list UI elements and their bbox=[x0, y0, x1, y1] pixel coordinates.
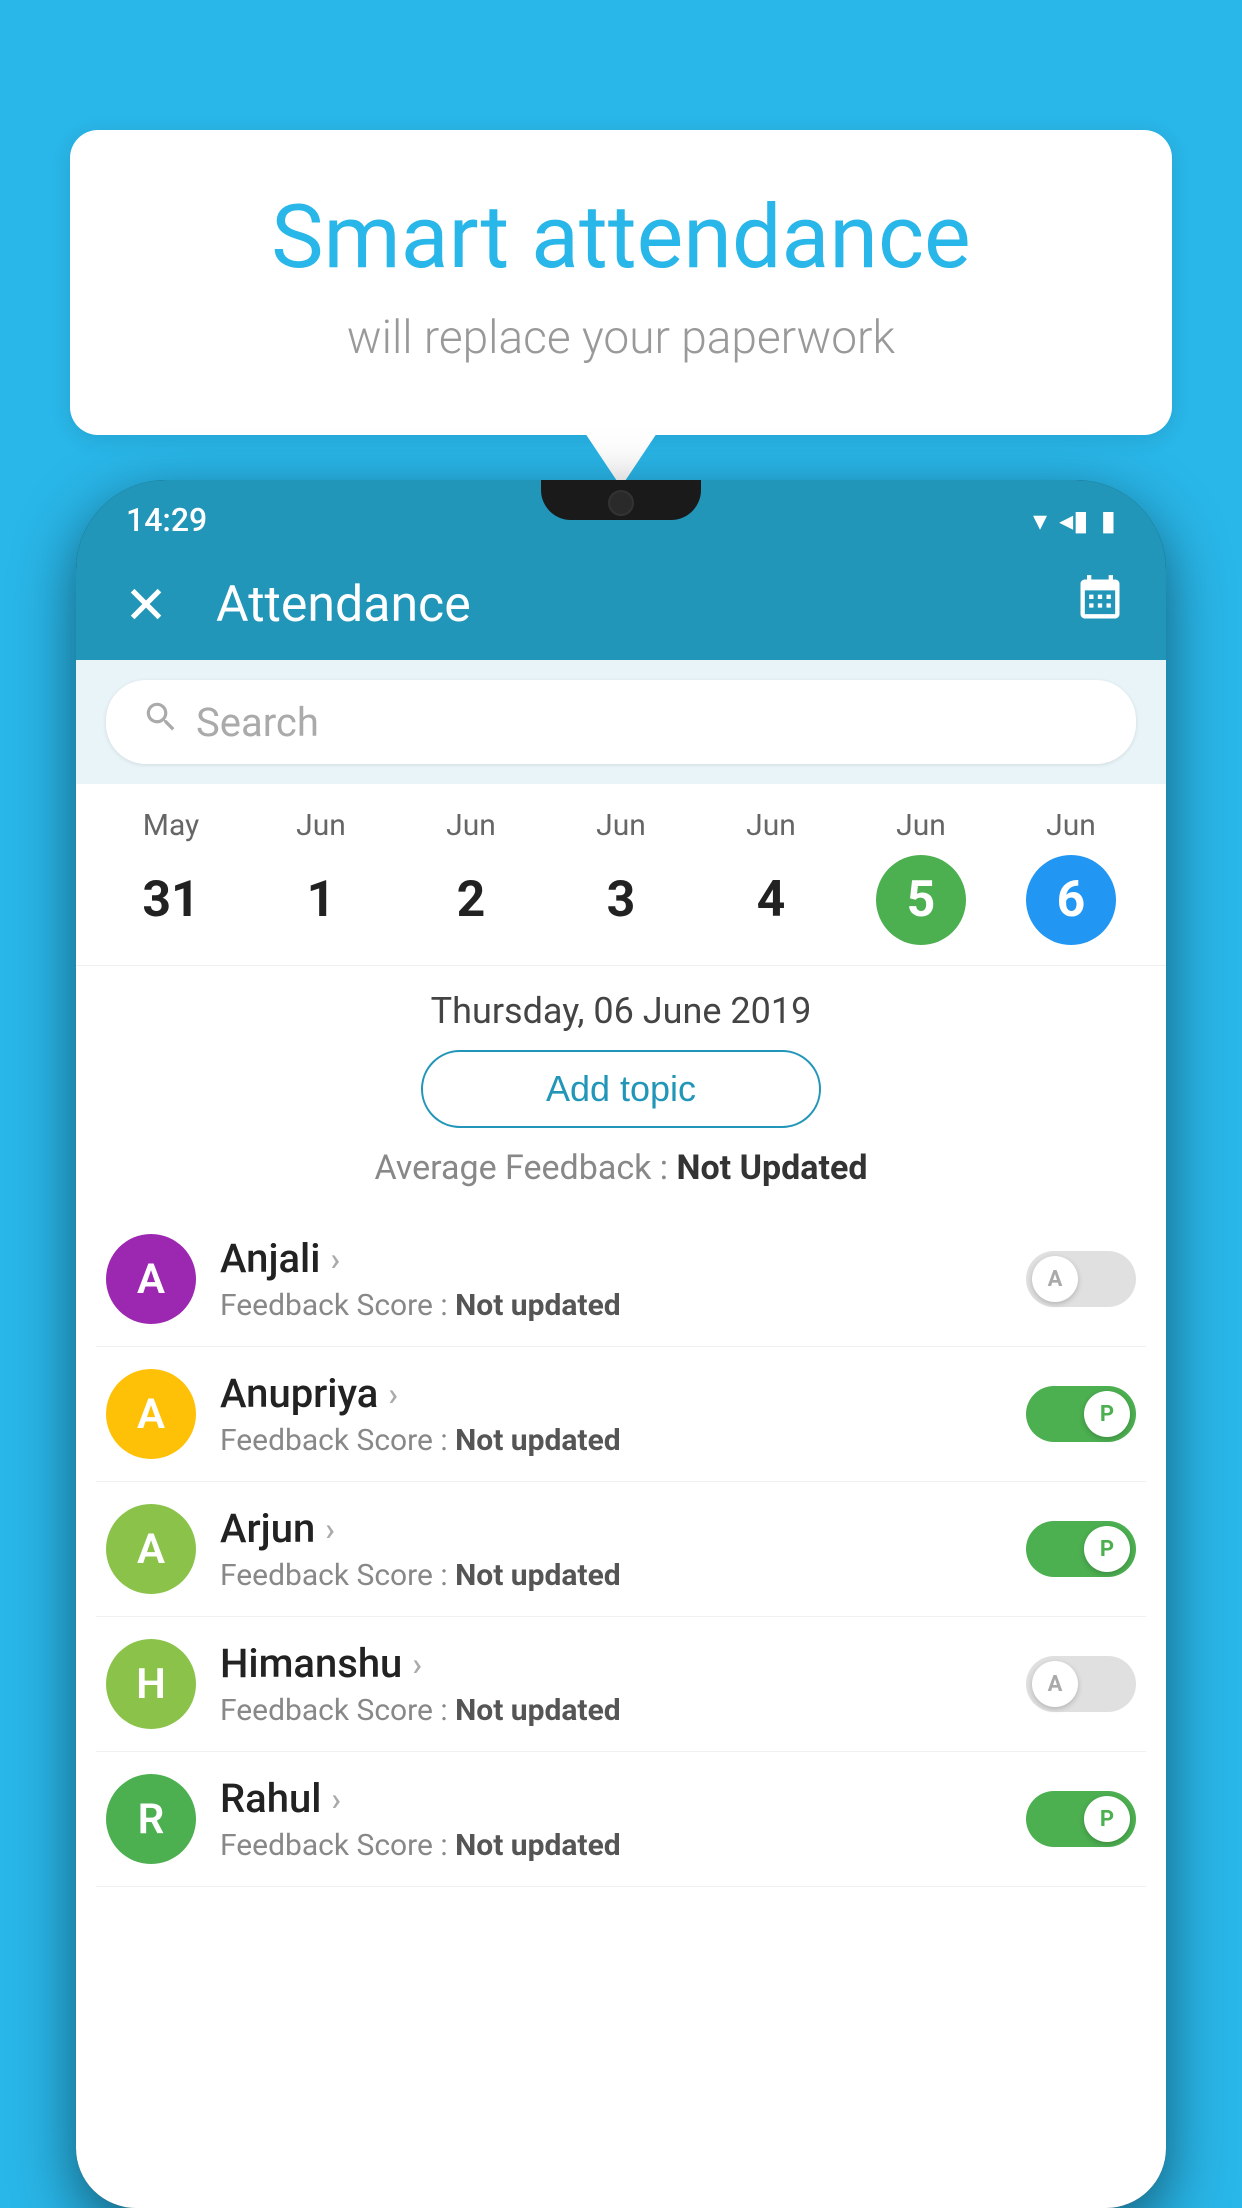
chevron-icon: › bbox=[325, 1510, 335, 1548]
student-name: Himanshu › bbox=[220, 1640, 1002, 1687]
student-avatar: A bbox=[106, 1504, 196, 1594]
toggle-knob: P bbox=[1084, 1391, 1130, 1437]
phone-screen: Search May 31 Jun 1 Jun 2 Jun 3 Jun 4 Jun 5 Jun 6 Thu… bbox=[76, 660, 1166, 2208]
phone-frame: 14:29 ▾ ◂▮ ▮ ✕ Attendance Search bbox=[76, 480, 1166, 2208]
app-bar: ✕ Attendance bbox=[76, 550, 1166, 660]
calendar-icon[interactable] bbox=[1074, 573, 1126, 637]
calendar-date-number: 4 bbox=[726, 855, 816, 945]
calendar-month-label: May bbox=[143, 808, 199, 843]
search-bar-container: Search bbox=[76, 660, 1166, 784]
calendar-day[interactable]: Jun 4 bbox=[726, 808, 816, 945]
chevron-icon: › bbox=[388, 1375, 398, 1413]
calendar-date-number: 2 bbox=[426, 855, 516, 945]
student-score: Feedback Score : Not updated bbox=[220, 1288, 1002, 1323]
attendance-toggle[interactable]: P bbox=[1026, 1521, 1136, 1577]
toggle-container[interactable]: P bbox=[1026, 1791, 1136, 1847]
calendar-month-label: Jun bbox=[896, 808, 946, 843]
add-topic-button[interactable]: Add topic bbox=[421, 1050, 821, 1128]
phone-notch bbox=[541, 480, 701, 520]
calendar-day[interactable]: Jun 2 bbox=[426, 808, 516, 945]
student-info: Anjali › Feedback Score : Not updated bbox=[220, 1235, 1002, 1323]
avg-feedback: Average Feedback : Not Updated bbox=[76, 1148, 1166, 1188]
attendance-toggle[interactable]: P bbox=[1026, 1386, 1136, 1442]
toggle-knob: A bbox=[1032, 1661, 1078, 1707]
student-item[interactable]: A Anjali › Feedback Score : Not updated A bbox=[96, 1212, 1146, 1347]
toggle-knob: P bbox=[1084, 1796, 1130, 1842]
toggle-container[interactable]: P bbox=[1026, 1386, 1136, 1442]
calendar-date-number: 1 bbox=[276, 855, 366, 945]
student-list: AAnjali ›Feedback Score : Not updatedAAA… bbox=[76, 1212, 1166, 1887]
status-icons: ▾ ◂▮ ▮ bbox=[1033, 504, 1116, 537]
chevron-icon: › bbox=[412, 1645, 422, 1683]
calendar-date-number: 5 bbox=[876, 855, 966, 945]
student-avatar: R bbox=[106, 1774, 196, 1864]
student-item[interactable]: H Himanshu › Feedback Score : Not updated A bbox=[96, 1617, 1146, 1752]
attendance-toggle[interactable]: P bbox=[1026, 1791, 1136, 1847]
attendance-toggle[interactable]: A bbox=[1026, 1251, 1136, 1307]
toggle-container[interactable]: P bbox=[1026, 1521, 1136, 1577]
student-avatar: A bbox=[106, 1234, 196, 1324]
student-score: Feedback Score : Not updated bbox=[220, 1423, 1002, 1458]
student-name: Arjun › bbox=[220, 1505, 1002, 1552]
toggle-container[interactable]: A bbox=[1026, 1656, 1136, 1712]
speech-bubble-wrapper: Smart attendance will replace your paper… bbox=[70, 130, 1172, 435]
toggle-knob: P bbox=[1084, 1526, 1130, 1572]
battery-icon: ▮ bbox=[1101, 504, 1116, 537]
search-bar[interactable]: Search bbox=[106, 680, 1136, 764]
calendar-month-label: Jun bbox=[596, 808, 646, 843]
calendar-strip: May 31 Jun 1 Jun 2 Jun 3 Jun 4 Jun 5 Jun 6 bbox=[76, 784, 1166, 966]
signal-icon: ◂▮ bbox=[1059, 504, 1088, 537]
student-score: Feedback Score : Not updated bbox=[220, 1558, 1002, 1593]
chevron-icon: › bbox=[330, 1240, 340, 1278]
close-button[interactable]: ✕ bbox=[116, 575, 176, 636]
bubble-subtitle: will replace your paperwork bbox=[150, 311, 1092, 365]
calendar-date-number: 31 bbox=[126, 855, 216, 945]
student-avatar: A bbox=[106, 1369, 196, 1459]
calendar-day[interactable]: Jun 1 bbox=[276, 808, 366, 945]
calendar-day[interactable]: May 31 bbox=[126, 808, 216, 945]
avg-feedback-label: Average Feedback : bbox=[375, 1148, 677, 1188]
student-info: Himanshu › Feedback Score : Not updated bbox=[220, 1640, 1002, 1728]
toggle-knob: A bbox=[1032, 1256, 1078, 1302]
student-name: Anjali › bbox=[220, 1235, 1002, 1282]
bubble-title: Smart attendance bbox=[150, 190, 1092, 287]
search-icon bbox=[142, 698, 180, 746]
student-item[interactable]: A Anupriya › Feedback Score : Not updated P bbox=[96, 1347, 1146, 1482]
status-time: 14:29 bbox=[126, 501, 207, 539]
calendar-date-number: 3 bbox=[576, 855, 666, 945]
toggle-container[interactable]: A bbox=[1026, 1251, 1136, 1307]
app-bar-title: Attendance bbox=[216, 576, 1034, 634]
calendar-day[interactable]: Jun 5 bbox=[876, 808, 966, 945]
chevron-icon: › bbox=[331, 1780, 341, 1818]
student-score: Feedback Score : Not updated bbox=[220, 1693, 1002, 1728]
student-name: Rahul › bbox=[220, 1775, 1002, 1822]
calendar-day[interactable]: Jun 3 bbox=[576, 808, 666, 945]
student-item[interactable]: A Arjun › Feedback Score : Not updated P bbox=[96, 1482, 1146, 1617]
student-avatar: H bbox=[106, 1639, 196, 1729]
student-info: Arjun › Feedback Score : Not updated bbox=[220, 1505, 1002, 1593]
calendar-month-label: Jun bbox=[1046, 808, 1096, 843]
student-info: Anupriya › Feedback Score : Not updated bbox=[220, 1370, 1002, 1458]
student-info: Rahul › Feedback Score : Not updated bbox=[220, 1775, 1002, 1863]
student-name: Anupriya › bbox=[220, 1370, 1002, 1417]
student-score: Feedback Score : Not updated bbox=[220, 1828, 1002, 1863]
calendar-month-label: Jun bbox=[746, 808, 796, 843]
calendar-day[interactable]: Jun 6 bbox=[1026, 808, 1116, 945]
phone-camera bbox=[608, 490, 634, 516]
wifi-icon: ▾ bbox=[1033, 504, 1047, 537]
calendar-date-number: 6 bbox=[1026, 855, 1116, 945]
avg-feedback-value: Not Updated bbox=[676, 1148, 867, 1188]
date-heading: Thursday, 06 June 2019 bbox=[76, 966, 1166, 1050]
speech-bubble: Smart attendance will replace your paper… bbox=[70, 130, 1172, 435]
student-item[interactable]: R Rahul › Feedback Score : Not updated P bbox=[96, 1752, 1146, 1887]
search-input-placeholder[interactable]: Search bbox=[196, 699, 319, 746]
calendar-month-label: Jun bbox=[446, 808, 496, 843]
attendance-toggle[interactable]: A bbox=[1026, 1656, 1136, 1712]
calendar-month-label: Jun bbox=[296, 808, 346, 843]
